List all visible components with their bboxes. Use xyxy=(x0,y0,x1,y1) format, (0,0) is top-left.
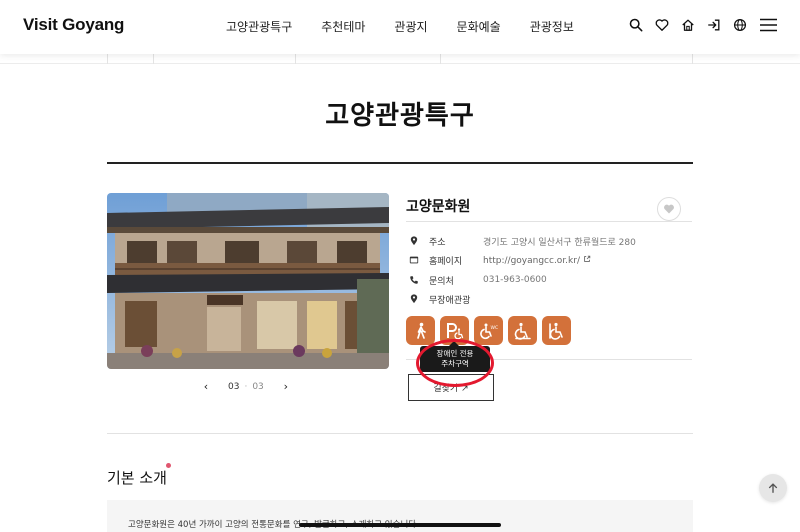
external-link-icon[interactable] xyxy=(583,255,591,266)
place-name: 고양문화원 xyxy=(406,199,471,215)
main-nav: 고양관광특구 추천테마 관광지 문화예술 관광정보 xyxy=(226,18,603,35)
login-icon[interactable] xyxy=(706,17,721,32)
phone-value[interactable]: 031-963-0600 xyxy=(483,275,547,285)
accessibility-icons: WC xyxy=(406,316,571,345)
info-label: 주소 xyxy=(429,237,446,248)
heart-icon xyxy=(664,204,674,214)
title-divider xyxy=(107,162,693,164)
gallery-current: 03 xyxy=(228,381,240,392)
wheelchair-access-icon[interactable] xyxy=(542,316,571,345)
chevron-left-icon[interactable]: ‹ xyxy=(196,380,216,393)
home-icon[interactable] xyxy=(680,17,695,32)
chevron-right-icon[interactable]: › xyxy=(276,380,296,393)
heart-icon[interactable] xyxy=(654,17,669,32)
info-row-phone: 문의처 031-963-0600 xyxy=(408,273,547,287)
info-label: 문의처 xyxy=(429,276,454,287)
search-icon[interactable] xyxy=(628,17,643,32)
pedestrian-icon[interactable] xyxy=(406,316,435,345)
globe-icon[interactable] xyxy=(732,17,747,32)
tooltip-line: 장애인 전용 xyxy=(436,349,474,358)
page-title: 고양관광특구 xyxy=(325,101,475,131)
section-divider xyxy=(107,433,693,434)
homepage-link[interactable]: http://goyangcc.or.kr/ xyxy=(483,256,580,266)
info-row-barrier-free: 무장애관광 xyxy=(408,292,483,306)
favorite-button[interactable] xyxy=(657,197,681,221)
intro-heading: 기본 소개 xyxy=(107,469,167,487)
site-logo[interactable]: Visit Goyang xyxy=(23,15,124,35)
directions-button[interactable]: 길찾기 ↗ xyxy=(408,374,494,401)
homepage-icon xyxy=(408,254,420,266)
name-divider xyxy=(406,221,692,222)
info-label: 무장애관광 xyxy=(429,295,471,306)
info-row-address: 주소 경기도 고양시 일산서구 한류월드로 280 xyxy=(408,234,636,248)
location-pin-icon xyxy=(408,293,420,305)
place-photo[interactable] xyxy=(107,193,389,369)
tooltip-line: 주차구역 xyxy=(441,359,469,368)
hamburger-menu-icon[interactable] xyxy=(760,17,777,32)
gallery-separator: · xyxy=(244,381,248,392)
site-header: Visit Goyang 고양관광특구 추천테마 관광지 문화예술 관광정보 xyxy=(0,0,800,54)
wheelchair-icon[interactable] xyxy=(508,316,537,345)
gallery-total: 03 xyxy=(252,381,264,392)
address-value: 경기도 고양시 일산서구 한류월드로 280 xyxy=(483,237,636,248)
accessibility-tooltip: 장애인 전용 주차구역 xyxy=(420,341,490,372)
location-pin-icon xyxy=(408,235,420,247)
scroll-to-top-button[interactable] xyxy=(759,474,787,502)
heading-accent-dot xyxy=(166,463,171,468)
accessible-restroom-icon[interactable]: WC xyxy=(474,316,503,345)
nav-item-attractions[interactable]: 관광지 xyxy=(394,18,427,35)
arrow-up-icon xyxy=(768,483,778,493)
nav-item-themes[interactable]: 추천테마 xyxy=(321,18,365,35)
nav-item-special-zone[interactable]: 고양관광특구 xyxy=(226,18,292,35)
header-icons xyxy=(628,17,747,32)
sub-nav xyxy=(0,54,800,64)
nav-item-culture-arts[interactable]: 문화예술 xyxy=(457,18,501,35)
home-indicator[interactable] xyxy=(299,523,501,527)
info-label: 홈페이지 xyxy=(429,256,463,267)
phone-icon xyxy=(408,274,420,286)
homepage-value: http://goyangcc.or.kr/ xyxy=(483,255,591,266)
svg-text:WC: WC xyxy=(490,325,498,331)
gallery-pager: ‹ 03 · 03 › xyxy=(196,380,296,393)
info-row-homepage: 홈페이지 http://goyangcc.or.kr/ xyxy=(408,253,591,267)
nav-item-tour-info[interactable]: 관광정보 xyxy=(530,18,574,35)
